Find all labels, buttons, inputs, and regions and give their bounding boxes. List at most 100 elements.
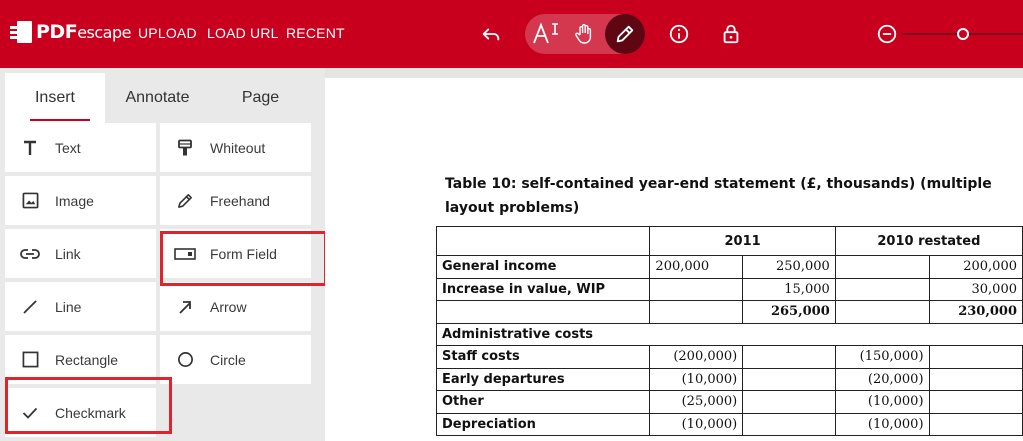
row-label: Other	[435, 390, 651, 414]
header-2011: 2011	[649, 226, 836, 256]
table-cell: (25,000)	[649, 390, 744, 414]
rectangle-icon	[5, 351, 55, 368]
tab-annotate[interactable]: Annotate	[105, 73, 210, 123]
text-tool-button[interactable]: Text	[5, 123, 156, 172]
link-icon	[5, 248, 55, 260]
logo-text: PDFescape	[36, 21, 131, 43]
whiteout-icon	[160, 139, 210, 157]
info-icon[interactable]	[666, 21, 692, 47]
lock-icon[interactable]	[718, 21, 744, 47]
table-cell: 250,000	[742, 255, 836, 279]
nav-upload[interactable]: UPLOAD	[138, 25, 197, 41]
table-cell	[834, 277, 930, 301]
table-cell: (10,000)	[834, 412, 930, 436]
image-tool-button[interactable]: Image	[5, 176, 156, 225]
row-label: Depreciation	[435, 412, 651, 436]
undo-icon[interactable]	[478, 21, 504, 47]
table-cell: (20,000)	[834, 367, 930, 391]
image-icon	[5, 192, 55, 209]
table-cell	[742, 390, 836, 414]
zoom-slider-handle[interactable]	[955, 26, 971, 42]
table-row: Administrative costs	[436, 322, 1023, 346]
table-cell: 200,000	[649, 255, 744, 279]
table-cell: 265,000	[742, 300, 836, 324]
table-row: General income 200,000 250,000 200,000	[435, 255, 1023, 279]
table-row: Staff costs (200,000) (150,000)	[435, 345, 1023, 369]
sidebar-tabs: Insert Annotate Page	[5, 73, 311, 128]
arrow-tool-button[interactable]: Arrow	[160, 282, 311, 331]
tab-insert[interactable]: Insert	[5, 73, 105, 123]
tool-label: Form Field	[210, 245, 277, 262]
insert-tools-panel: Text Whiteout Image Freehand Link Form F…	[5, 123, 311, 441]
table-cell	[742, 345, 836, 369]
table-cell	[928, 390, 1023, 414]
table-cell: (10,000)	[649, 412, 744, 436]
rectangle-tool-button[interactable]: Rectangle	[5, 335, 156, 384]
freehand-tool-button[interactable]: Freehand	[160, 176, 311, 225]
table-cell: 15,000	[742, 277, 836, 301]
whiteout-tool-button[interactable]: Whiteout	[160, 123, 311, 172]
header-2010-restated: 2010 restated	[834, 226, 1023, 256]
table-cell	[834, 300, 930, 324]
edit-pencil-icon[interactable]	[611, 20, 639, 48]
arrow-icon	[160, 299, 210, 315]
tool-label: Whiteout	[210, 139, 266, 156]
document-viewer[interactable]: Table 10: self-contained year-end statem…	[325, 68, 1023, 441]
table-cell: (150,000)	[834, 345, 930, 369]
table-header-row: 2011 2010 restated	[435, 226, 1023, 256]
pencil-icon	[160, 192, 210, 209]
tool-label: Rectangle	[55, 351, 119, 368]
line-icon	[5, 299, 55, 315]
table-cell: 230,000	[928, 300, 1023, 324]
table-cell: 30,000	[928, 277, 1023, 301]
link-tool-button[interactable]: Link	[5, 229, 156, 278]
table-cell	[742, 367, 836, 391]
circle-icon	[160, 351, 210, 368]
table-cell: 200,000	[928, 255, 1023, 279]
logo-icon	[10, 21, 32, 43]
row-label	[435, 300, 651, 324]
checkmark-icon	[5, 406, 55, 420]
pdf-page[interactable]: Table 10: self-contained year-end statem…	[325, 78, 1023, 441]
tool-label: Freehand	[210, 192, 270, 209]
pan-hand-icon[interactable]	[571, 20, 599, 48]
text-select-icon[interactable]	[531, 20, 561, 48]
row-label: General income	[435, 255, 651, 279]
active-tab-underline	[30, 119, 90, 121]
checkmark-tool-button[interactable]: Checkmark	[5, 388, 156, 437]
tool-label: Arrow	[210, 298, 247, 315]
table-row: Depreciation (10,000) (10,000)	[435, 412, 1023, 436]
table-row: Increase in value, WIP 15,000 30,000	[435, 277, 1023, 301]
row-label: Early departures	[435, 367, 651, 391]
table-cell	[649, 277, 744, 301]
table-row: Early departures (10,000) (20,000)	[435, 367, 1023, 391]
tool-label: Circle	[210, 351, 246, 368]
table-cell: (10,000)	[834, 390, 930, 414]
form-field-icon	[160, 247, 210, 260]
pdfescape-logo[interactable]: PDFescape	[10, 21, 131, 43]
financial-table: 2011 2010 restated General income 200,00…	[435, 226, 1023, 436]
table-cell	[928, 345, 1023, 369]
text-icon	[5, 140, 55, 156]
table-cell	[649, 300, 744, 324]
nav-recent[interactable]: RECENT	[286, 25, 345, 41]
zoom-out-icon[interactable]	[874, 21, 900, 47]
tool-label: Image	[55, 192, 94, 209]
circle-tool-button[interactable]: Circle	[160, 335, 311, 384]
row-label: Administrative costs	[436, 322, 1023, 346]
tool-label: Text	[55, 139, 81, 156]
tab-page[interactable]: Page	[210, 73, 311, 123]
table-cell: (200,000)	[649, 345, 744, 369]
tool-label: Line	[55, 298, 82, 315]
tool-label: Link	[55, 245, 81, 262]
table-row: 265,000 230,000	[435, 300, 1023, 324]
row-label: Staff costs	[435, 345, 651, 369]
table-row: Other (25,000) (10,000)	[435, 390, 1023, 414]
table-cell	[928, 367, 1023, 391]
nav-load-url[interactable]: LOAD URL	[207, 25, 279, 41]
line-tool-button[interactable]: Line	[5, 282, 156, 331]
row-label: Increase in value, WIP	[435, 277, 651, 301]
table-title: Table 10: self-contained year-end statem…	[445, 176, 992, 216]
form-field-tool-button[interactable]: Form Field	[160, 229, 311, 278]
table-cell	[742, 412, 836, 436]
